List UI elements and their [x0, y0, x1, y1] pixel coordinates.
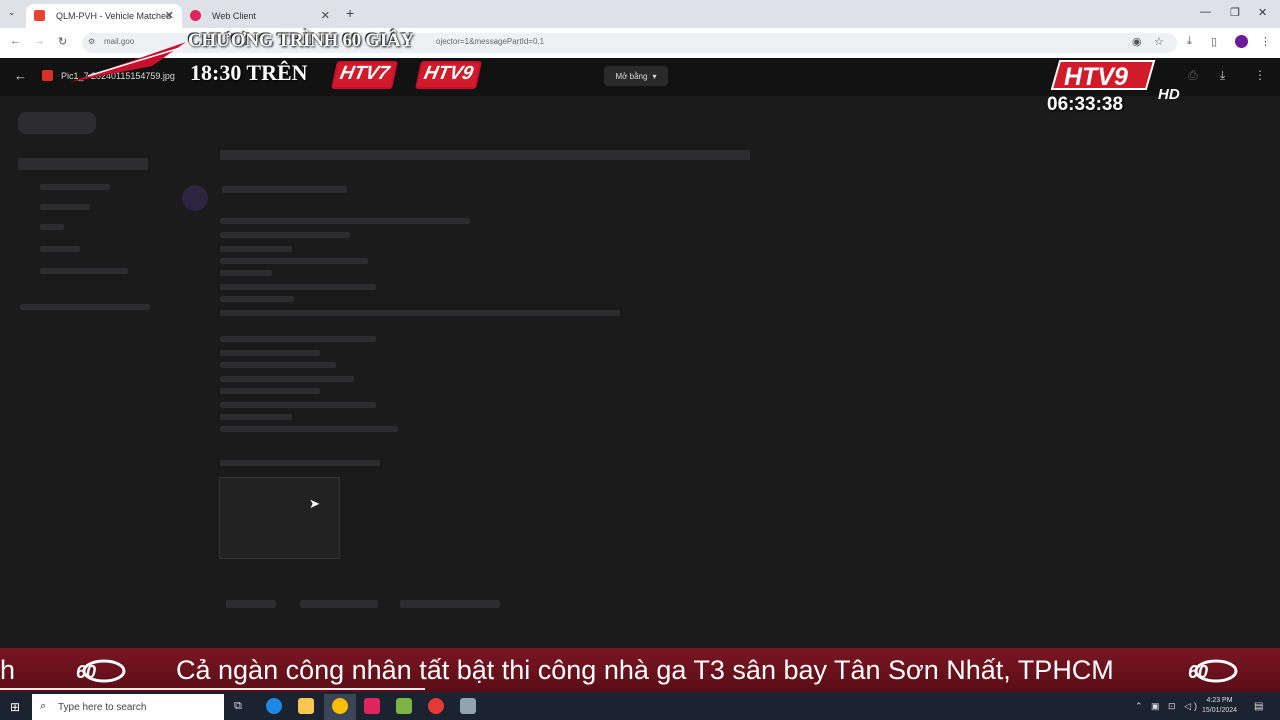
broadcast-clock: 06:33:38 [1047, 94, 1124, 115]
task-view-icon[interactable]: ⧉ [234, 700, 242, 713]
sidebar-item [40, 246, 80, 252]
chrome-icon[interactable] [332, 698, 348, 714]
window-close-icon[interactable]: ✕ [1258, 6, 1267, 19]
ticker-progress-line [0, 688, 425, 690]
close-tab-icon[interactable]: ✕ [321, 9, 330, 22]
edge-icon[interactable] [266, 698, 282, 714]
reload-icon[interactable]: ↻ [58, 35, 67, 48]
dimmed-mail-content [0, 96, 1280, 648]
attachment-thumbnail[interactable] [219, 477, 340, 559]
bookmark-star-icon[interactable]: ☆ [1154, 35, 1164, 48]
compose-button [18, 112, 96, 134]
promo-time: 18:30 TRÊN [190, 60, 308, 85]
notifications-icon[interactable]: ▤ [1254, 701, 1263, 712]
sidebar-item-inbox [18, 158, 148, 170]
sidebar-item [40, 184, 110, 190]
sidebar-item [40, 224, 64, 230]
profile-avatar[interactable] [1235, 35, 1248, 48]
email-body-line [220, 270, 272, 276]
logo-hd-text: HD [1158, 86, 1180, 102]
gmail-favicon-icon [34, 10, 45, 21]
forward-button [400, 600, 500, 608]
attachments-header [220, 460, 380, 466]
forward-icon[interactable]: → [34, 35, 45, 47]
tab-web-client[interactable]: Web Client ✕ [182, 4, 338, 28]
taskbar-clock[interactable]: 4:23 PM 15/01/2024 [1202, 696, 1237, 716]
sidebar-item [40, 268, 128, 274]
taskbar-search-placeholder: Type here to search [58, 702, 147, 713]
download-icon[interactable]: ⤓ [1220, 68, 1225, 83]
open-with-label: Mở bằng [615, 71, 648, 81]
email-body-line [220, 402, 376, 408]
viewer-more-icon[interactable]: ⋮ [1254, 68, 1266, 82]
email-subject [220, 150, 750, 160]
promo-swoosh-graphic [70, 42, 186, 82]
chevron-down-icon: ▾ [652, 71, 657, 81]
image-file-icon [42, 70, 53, 81]
sidebar-labels-header [20, 304, 150, 310]
email-body-line [220, 218, 470, 224]
tab-label: Web Client [212, 11, 256, 21]
taskbar-time: 4:23 PM [1206, 697, 1233, 704]
new-tab-button[interactable]: + [346, 5, 354, 21]
email-body-line [220, 258, 368, 264]
tab-label: QLM-PVH - Vehicle Matched [56, 11, 172, 21]
back-icon[interactable]: ← [10, 35, 21, 47]
tab-search-chevron-icon[interactable]: ⌄ [8, 7, 16, 18]
email-body-line [220, 232, 350, 238]
sidebar-item [40, 204, 90, 210]
ticker-headline: Cả ngàn công nhân tất bật thi công nhà g… [176, 655, 1114, 685]
open-with-button[interactable]: Mở bằng ▾ [604, 66, 668, 86]
settings-app-icon[interactable] [460, 698, 476, 714]
system-tray-icons[interactable]: ⌃ ▣ ⊡ ◁) [1135, 701, 1200, 712]
search-icon: ⌕ [40, 700, 47, 712]
red-app-icon[interactable] [428, 698, 444, 714]
mouse-cursor-icon: ➤ [309, 496, 320, 511]
sixty-seconds-logo-icon: 60 [1188, 659, 1238, 683]
web-client-favicon-icon [190, 10, 201, 21]
ticker-logo-text: 60 [1188, 662, 1208, 682]
email-body-line [220, 388, 320, 394]
ticker-previous-fragment: h [0, 655, 16, 685]
email-body-line [220, 362, 336, 368]
windows-start-icon[interactable]: ⊞ [10, 700, 20, 714]
channel-badge-htv7: HTV7 [331, 61, 398, 89]
channel-badge-htv9: HTV9 [415, 61, 482, 89]
email-body-line [220, 310, 620, 316]
side-panel-icon[interactable]: ▯ [1211, 35, 1217, 48]
minimize-icon[interactable]: — [1200, 6, 1211, 18]
email-body-line [220, 414, 292, 420]
green-app-icon[interactable] [396, 698, 412, 714]
email-body-line [220, 350, 320, 356]
sender-name [222, 186, 347, 193]
email-body-line [220, 284, 376, 290]
file-explorer-icon[interactable] [298, 698, 314, 714]
eye-icon[interactable]: ◉ [1132, 35, 1142, 48]
downloads-icon[interactable]: ⤓ [1187, 35, 1192, 48]
email-body-line [220, 426, 398, 432]
tab-vehicle-matched[interactable]: QLM-PVH - Vehicle Matched ✕ [26, 4, 182, 28]
maximize-icon[interactable]: ❐ [1230, 6, 1240, 19]
url-text-tail: ojector=1&messagePartId=0.1 [436, 37, 545, 46]
email-body-line [220, 246, 292, 252]
logo-text: HTV9 [1064, 63, 1128, 91]
viewer-back-icon[interactable]: ← [14, 68, 27, 83]
email-body-line [220, 296, 294, 302]
email-body-line [220, 376, 354, 382]
web-client-icon[interactable] [364, 698, 380, 714]
sender-avatar [182, 185, 208, 211]
sixty-seconds-logo-icon: 60 [76, 659, 126, 683]
reply-all-button [300, 600, 378, 608]
email-body-line [220, 336, 376, 342]
chrome-menu-icon[interactable]: ⋮ [1260, 35, 1271, 48]
promo-title: CHƯƠNG TRÌNH 60 GIÂY [188, 30, 414, 51]
reply-button [226, 600, 276, 608]
ticker-logo-text: 60 [76, 662, 96, 682]
taskbar-date: 15/01/2024 [1202, 707, 1238, 714]
close-tab-icon[interactable]: ✕ [165, 9, 174, 22]
